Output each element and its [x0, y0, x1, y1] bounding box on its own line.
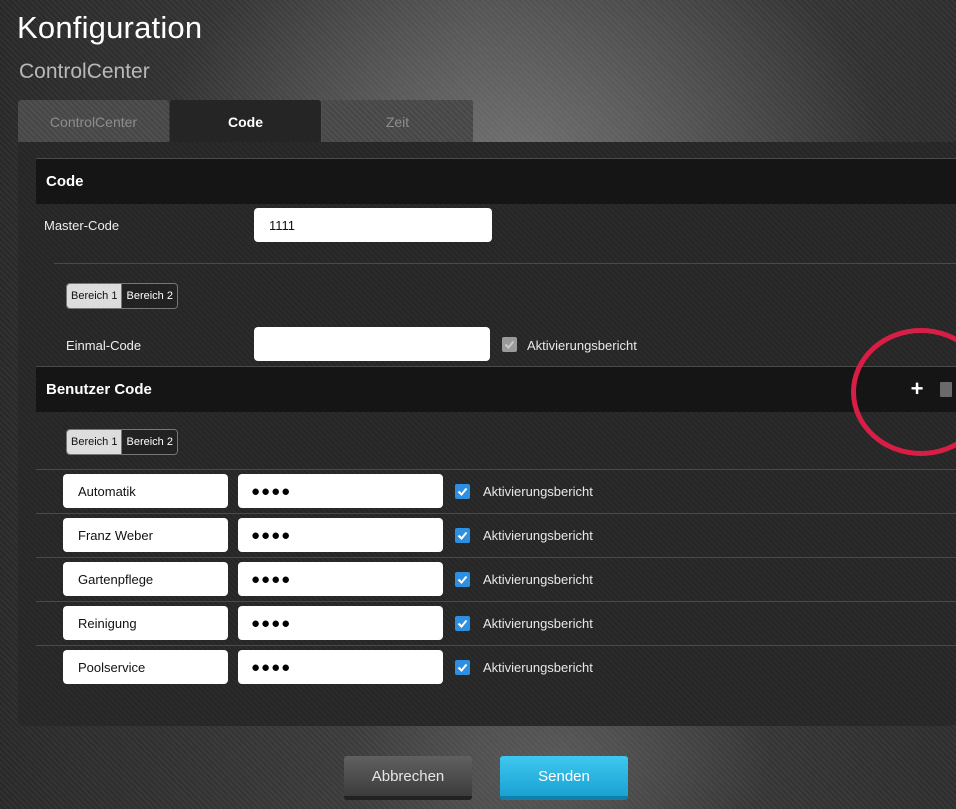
divider [36, 645, 956, 646]
user-report-checkbox[interactable] [455, 484, 470, 499]
user-area-selector: Bereich 1 Bereich 2 [66, 429, 178, 455]
user-report-label: Aktivierungsbericht [483, 484, 593, 499]
tab-zeit[interactable]: Zeit [322, 100, 473, 143]
user-name-input[interactable]: Poolservice [63, 650, 228, 684]
user-code-input[interactable]: ●●●● [238, 562, 443, 596]
page-subtitle: ControlCenter [19, 60, 150, 83]
checkmark-icon [457, 487, 468, 496]
tab-code[interactable]: Code [170, 100, 321, 143]
send-button[interactable]: Senden [500, 756, 628, 800]
user-report-checkbox[interactable] [455, 616, 470, 631]
master-code-input[interactable]: 1111 [254, 208, 492, 242]
user-area-1-button[interactable]: Bereich 1 [67, 430, 122, 454]
divider [36, 601, 956, 602]
onetime-code-input[interactable] [254, 327, 490, 361]
divider [36, 469, 956, 470]
user-code-section-header: Benutzer Code [36, 366, 956, 412]
code-area-2-button[interactable]: Bereich 2 [121, 284, 177, 308]
user-report-checkbox[interactable] [455, 572, 470, 587]
onetime-code-label: Einmal-Code [66, 338, 142, 353]
user-area-2-button[interactable]: Bereich 2 [121, 430, 177, 454]
master-code-label: Master-Code [44, 218, 120, 233]
onetime-report-checkbox[interactable] [502, 337, 517, 352]
checkmark-icon [457, 531, 468, 540]
user-report-checkbox[interactable] [455, 660, 470, 675]
onetime-report-label: Aktivierungsbericht [527, 338, 637, 353]
cancel-button[interactable]: Abbrechen [344, 756, 472, 800]
user-name-input[interactable]: Automatik [63, 474, 228, 508]
user-report-label: Aktivierungsbericht [483, 572, 593, 587]
user-code-input[interactable]: ●●●● [238, 606, 443, 640]
code-area-1-button[interactable]: Bereich 1 [67, 284, 122, 308]
user-name-input[interactable]: Franz Weber [63, 518, 228, 552]
config-panel: Code Master-Code 1111 Bereich 1 Bereich … [18, 142, 956, 726]
code-area-selector: Bereich 1 Bereich 2 [66, 283, 178, 309]
tab-bar: ControlCenter Code Zeit [18, 100, 474, 143]
user-code-input[interactable]: ●●●● [238, 518, 443, 552]
code-section-header: Code [36, 158, 956, 204]
checkmark-icon [457, 619, 468, 628]
user-report-label: Aktivierungsbericht [483, 616, 593, 631]
user-report-checkbox[interactable] [455, 528, 470, 543]
divider [36, 513, 956, 514]
divider [36, 557, 956, 558]
user-code-input[interactable]: ●●●● [238, 474, 443, 508]
user-name-input[interactable]: Reinigung [63, 606, 228, 640]
page-title: Konfiguration [17, 10, 203, 45]
checkmark-icon [457, 575, 468, 584]
tab-controlcenter[interactable]: ControlCenter [18, 100, 169, 143]
user-code-input[interactable]: ●●●● [238, 650, 443, 684]
divider [54, 263, 956, 264]
code-section-title: Code [46, 173, 84, 190]
checkmark-icon [504, 340, 515, 349]
user-report-label: Aktivierungsbericht [483, 660, 593, 675]
user-name-input[interactable]: Gartenpflege [63, 562, 228, 596]
user-code-section-title: Benutzer Code [46, 381, 152, 398]
user-report-label: Aktivierungsbericht [483, 528, 593, 543]
checkmark-icon [457, 663, 468, 672]
